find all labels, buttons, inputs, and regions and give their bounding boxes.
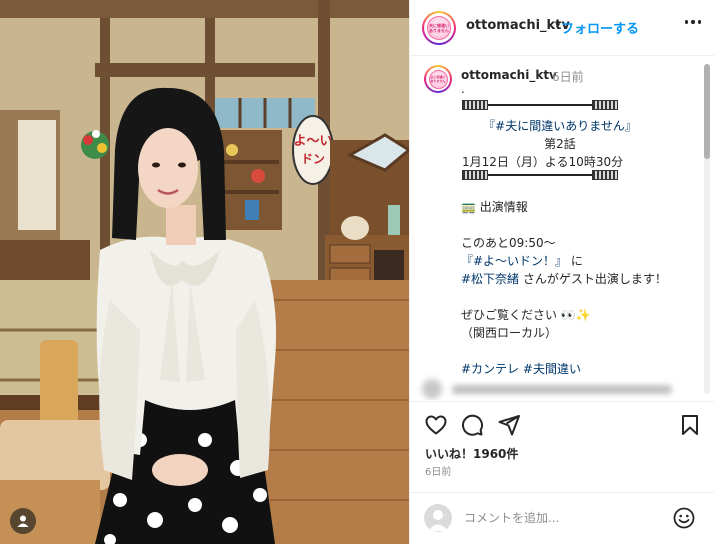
blurred-comment-row bbox=[422, 379, 692, 399]
actions-divider bbox=[410, 401, 714, 402]
caption-account-logo: 夫に間違い ありません bbox=[428, 69, 448, 89]
likes-count[interactable]: いいね！1960件 bbox=[425, 445, 518, 462]
caption-region: （関西ローカル） bbox=[461, 326, 558, 340]
caption-guest-line: #松下奈緒 さんがゲスト出演します！ bbox=[461, 270, 667, 287]
hashtag-otto-machigai[interactable]: #夫間違い bbox=[523, 362, 581, 376]
svg-text:よ〜い: よ〜い bbox=[293, 134, 332, 149]
decorative-divider-bottom bbox=[462, 170, 618, 180]
caption-airdate: 1月12日（月）よる10時30分 bbox=[462, 155, 624, 169]
studio-scene-image: よ〜い ドン bbox=[0, 0, 409, 544]
hashtag-kantele[interactable]: #カンテレ bbox=[461, 362, 519, 376]
caption-show-line: 『#よ〜いドン！』 に bbox=[461, 252, 583, 269]
eyes-sparkle-icon: 👀✨ bbox=[560, 308, 591, 322]
post-photo[interactable]: よ〜い ドン bbox=[0, 0, 409, 544]
guest-hashtag[interactable]: #松下奈緒 bbox=[461, 272, 519, 286]
caption-cta: ぜひご覧ください 👀✨ bbox=[461, 306, 591, 323]
train-icon: 🚃 bbox=[461, 200, 476, 214]
comment-input[interactable] bbox=[464, 508, 664, 528]
cta-text: ぜひご覧ください bbox=[461, 308, 558, 322]
section-title: 出演情報 bbox=[479, 200, 528, 214]
bookmark-icon[interactable] bbox=[678, 413, 702, 437]
follow-button[interactable]: フォローする bbox=[561, 18, 639, 37]
comment-icon[interactable] bbox=[460, 413, 484, 437]
smile-icon[interactable] bbox=[672, 506, 696, 530]
decorative-divider-top bbox=[462, 100, 618, 110]
show-suffix: に bbox=[570, 254, 583, 268]
caption-tags: #カンテレ #夫間違い bbox=[461, 360, 581, 377]
scrollbar-thumb[interactable] bbox=[704, 64, 710, 159]
comment-divider bbox=[410, 492, 714, 493]
caption-section: 🚃 出演情報 bbox=[461, 198, 528, 215]
send-icon[interactable] bbox=[497, 413, 521, 437]
account-avatar[interactable]: 夫に間違い ありません bbox=[422, 10, 456, 45]
account-logo: 夫に間違い ありません bbox=[427, 15, 451, 40]
tagged-user-icon[interactable] bbox=[10, 508, 36, 534]
default-user-icon bbox=[428, 510, 448, 531]
post-header: 夫に間違い ありません ottomachi_ktv • フォローする bbox=[410, 0, 714, 56]
caption-episode: 第2話 bbox=[544, 137, 576, 151]
caption-after: このあと09:50〜 bbox=[461, 236, 556, 250]
caption-scrollbar[interactable] bbox=[704, 64, 710, 394]
svg-text:ドン: ドン bbox=[301, 152, 325, 166]
more-options-icon[interactable] bbox=[684, 20, 701, 24]
heart-icon[interactable] bbox=[424, 413, 448, 437]
caption-area[interactable]: 夫に間違い ありません ottomachi_ktv 6日前 . 『#夫に間違いあり… bbox=[410, 57, 714, 400]
caption-title-hashtag[interactable]: 『#夫に間違いありません』 bbox=[410, 117, 710, 134]
caption-time[interactable]: 6日前 bbox=[552, 68, 584, 85]
viewer-avatar bbox=[424, 504, 452, 532]
caption-username[interactable]: ottomachi_ktv bbox=[461, 68, 557, 82]
caption-avatar[interactable]: 夫に間違い ありません bbox=[424, 65, 452, 93]
caption-dot: . bbox=[461, 82, 465, 96]
post-side-panel: 夫に間違い ありません ottomachi_ktv • フォローする 夫に間違いあ… bbox=[409, 0, 714, 544]
show-hashtag[interactable]: 『#よ〜いドン！』 bbox=[461, 254, 567, 268]
guest-suffix: さんがゲスト出演します！ bbox=[519, 272, 667, 286]
post-date[interactable]: 6日前 bbox=[425, 463, 451, 478]
